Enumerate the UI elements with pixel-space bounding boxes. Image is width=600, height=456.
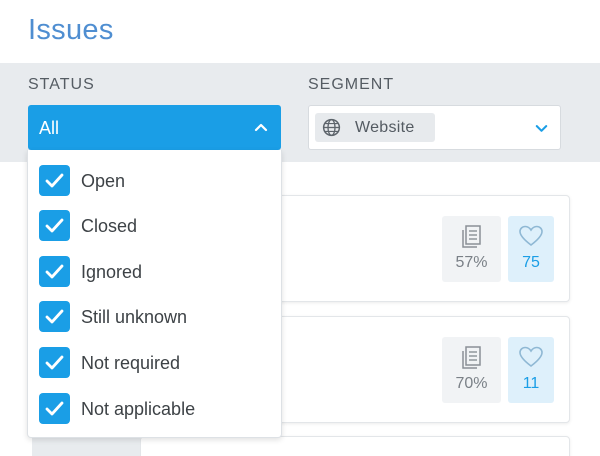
segment-select-value: Website xyxy=(355,119,415,136)
segment-chip[interactable]: Website xyxy=(315,113,435,142)
status-option-closed[interactable]: Closed xyxy=(39,210,269,242)
checkmark-icon xyxy=(45,264,64,279)
document-percent: 70% xyxy=(455,375,488,392)
status-option-not-applicable[interactable]: Not applicable xyxy=(39,393,269,425)
segment-filter-label: SEGMENT xyxy=(308,76,395,93)
option-label: Ignored xyxy=(81,262,143,282)
page-title: Issues xyxy=(28,14,114,46)
document-stat: 70% xyxy=(442,337,501,403)
like-button[interactable]: 75 xyxy=(508,216,554,282)
status-select-value: All xyxy=(39,118,60,138)
status-filter-label: STATUS xyxy=(28,76,95,93)
status-select[interactable]: All xyxy=(28,105,281,150)
checkmark-icon xyxy=(45,218,64,233)
document-icon xyxy=(461,225,481,248)
issue-card[interactable] xyxy=(140,436,570,456)
status-option-not-required[interactable]: Not required xyxy=(39,347,269,379)
option-label: Still unknown xyxy=(81,307,188,327)
checkmark-icon xyxy=(45,309,64,324)
option-label: Closed xyxy=(81,216,138,236)
globe-icon xyxy=(322,118,341,137)
like-count: 75 xyxy=(522,254,540,271)
checkbox[interactable] xyxy=(39,393,70,424)
option-label: Not applicable xyxy=(81,399,196,419)
checkbox[interactable] xyxy=(39,301,70,332)
chevron-up-icon[interactable] xyxy=(253,120,269,134)
heart-icon xyxy=(519,346,543,368)
checkbox[interactable] xyxy=(39,256,70,287)
status-option-open[interactable]: Open xyxy=(39,165,269,197)
heart-icon xyxy=(519,225,543,247)
like-button[interactable]: 11 xyxy=(508,337,554,403)
list-sidebar-stub xyxy=(32,436,140,456)
option-label: Not required xyxy=(81,353,181,373)
checkbox[interactable] xyxy=(39,165,70,196)
document-stat: 57% xyxy=(442,216,501,282)
checkmark-icon xyxy=(45,355,64,370)
status-option-ignored[interactable]: Ignored xyxy=(39,256,269,288)
like-count: 11 xyxy=(522,375,540,392)
status-option-still-unknown[interactable]: Still unknown xyxy=(39,301,269,333)
option-label: Open xyxy=(81,171,126,191)
segment-select[interactable]: Website xyxy=(308,105,561,150)
checkmark-icon xyxy=(45,401,64,416)
chevron-down-icon[interactable] xyxy=(534,121,549,135)
checkmark-icon xyxy=(45,173,64,188)
status-dropdown-menu: Open Closed Ignored Still unknown Not re… xyxy=(27,150,282,438)
checkbox[interactable] xyxy=(39,347,70,378)
document-percent: 57% xyxy=(455,254,488,271)
checkbox[interactable] xyxy=(39,210,70,241)
document-icon xyxy=(461,346,481,369)
